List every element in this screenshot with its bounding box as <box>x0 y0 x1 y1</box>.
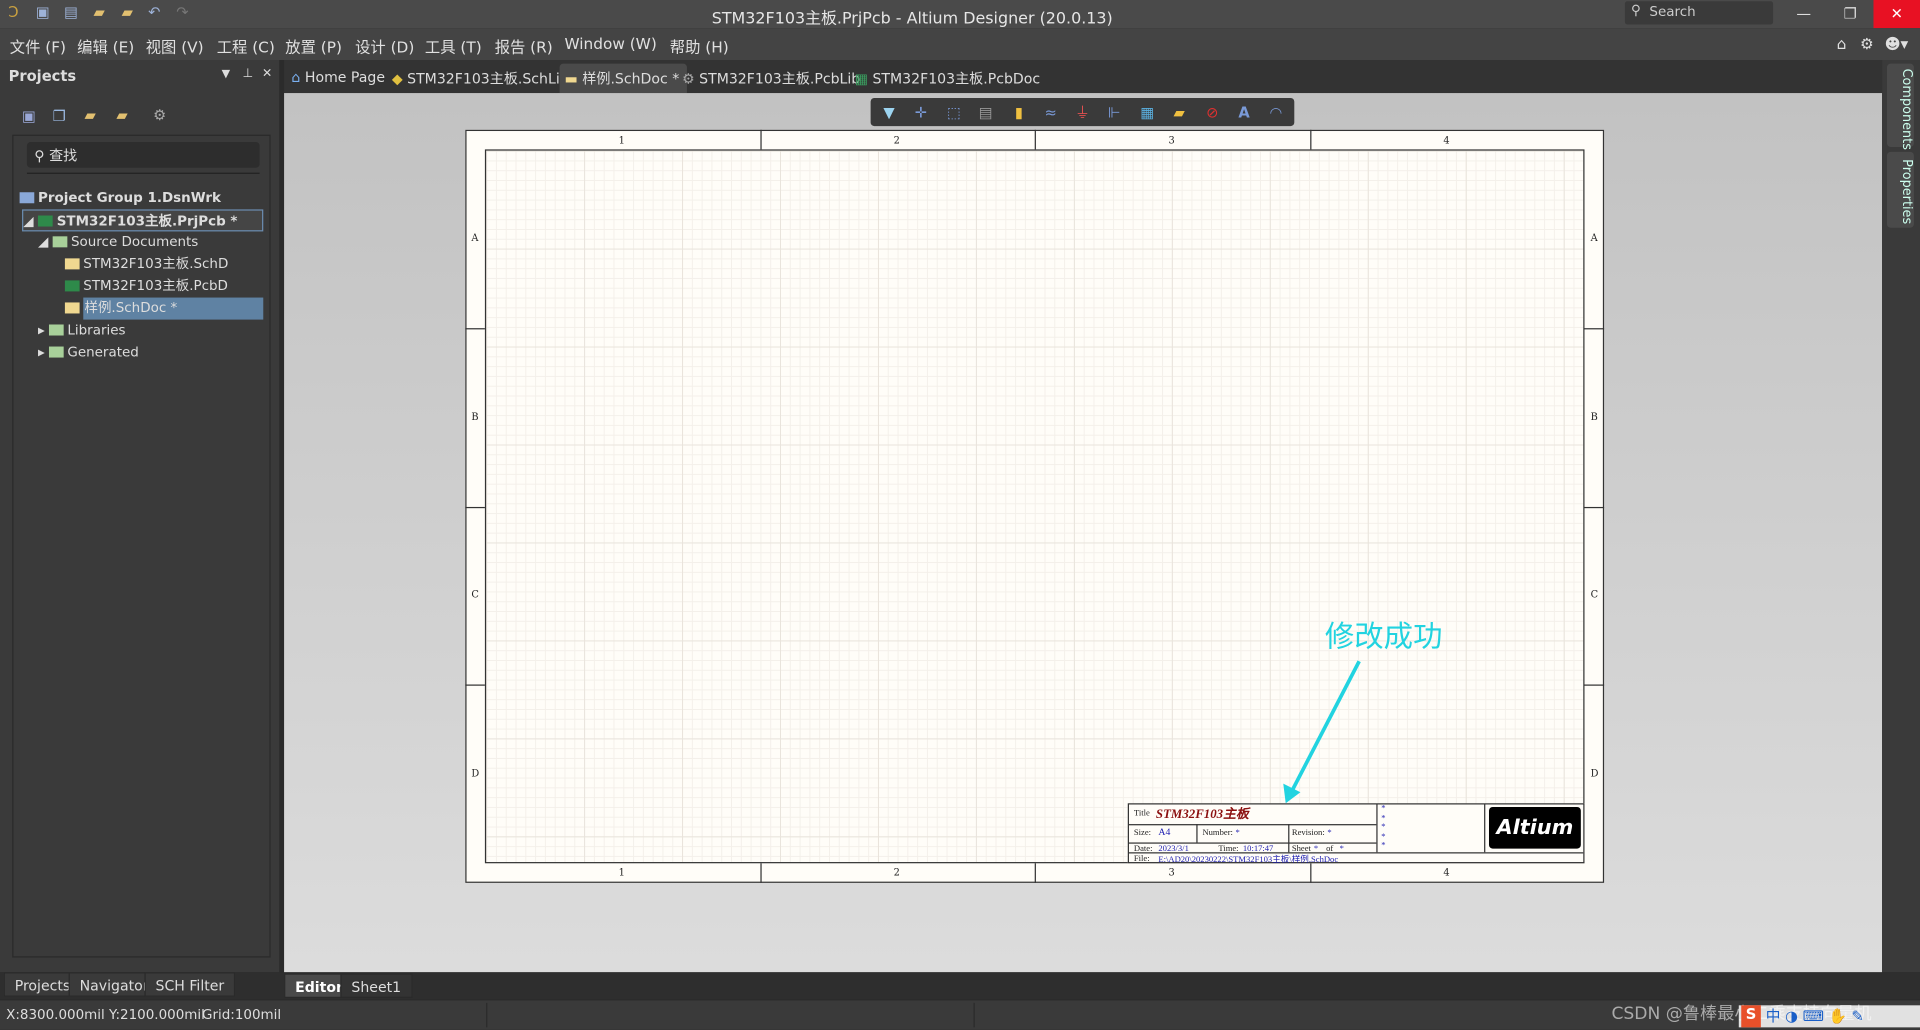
ime-toolbar[interactable]: S 中 ◑ ⌨ ✋ ✎ <box>1738 1005 1920 1028</box>
active-bar: ▼ ✛ ⬚ ▤ ▮ ≈ ⏚ ⊩ ▦ ▰ ⊘ A ◠ <box>870 97 1295 127</box>
filter-icon[interactable]: ▼ <box>879 103 899 123</box>
sheet1-tab[interactable]: Sheet1 <box>340 973 413 998</box>
part-icon[interactable]: ▮ <box>1009 103 1029 123</box>
align-icon[interactable]: ▤ <box>976 103 996 123</box>
ime-mode: 中 <box>1765 1007 1781 1025</box>
port-icon[interactable]: ▰ <box>1169 103 1189 123</box>
bottom-tabs: Projects Navigator SCH Filter Editor She… <box>0 972 1920 1000</box>
right-panel-strip: Components Properties <box>1882 60 1920 973</box>
panel-tab-sch-filter[interactable]: SCH Filter <box>144 972 236 997</box>
wire-icon[interactable]: ≈ <box>1041 103 1061 123</box>
grid-size: Grid:100mil <box>202 1006 282 1023</box>
arc-icon[interactable]: ◠ <box>1266 103 1286 123</box>
select-icon[interactable]: ⬚ <box>944 103 964 123</box>
cursor-coordinates: X:8300.000mil Y:2100.000mil <box>6 1006 205 1023</box>
properties-panel-tab[interactable]: Properties <box>1886 151 1914 228</box>
annotation-arrow <box>1283 660 1361 804</box>
sogou-ime-icon: S <box>1741 1005 1761 1028</box>
text-icon[interactable]: A <box>1234 103 1254 123</box>
components-panel-tab[interactable]: Components <box>1886 63 1914 150</box>
status-bar: X:8300.000mil Y:2100.000mil Grid:100mil … <box>0 1000 1920 1030</box>
annotation-text: 修改成功 <box>1324 619 1443 654</box>
sheet-symbol-icon[interactable]: ▦ <box>1138 103 1158 123</box>
directive-icon[interactable]: ⊘ <box>1202 103 1222 123</box>
power-port-icon[interactable]: ⏚ <box>1073 103 1093 123</box>
harness-icon[interactable]: ⊩ <box>1104 103 1124 123</box>
move-icon[interactable]: ✛ <box>911 103 931 123</box>
